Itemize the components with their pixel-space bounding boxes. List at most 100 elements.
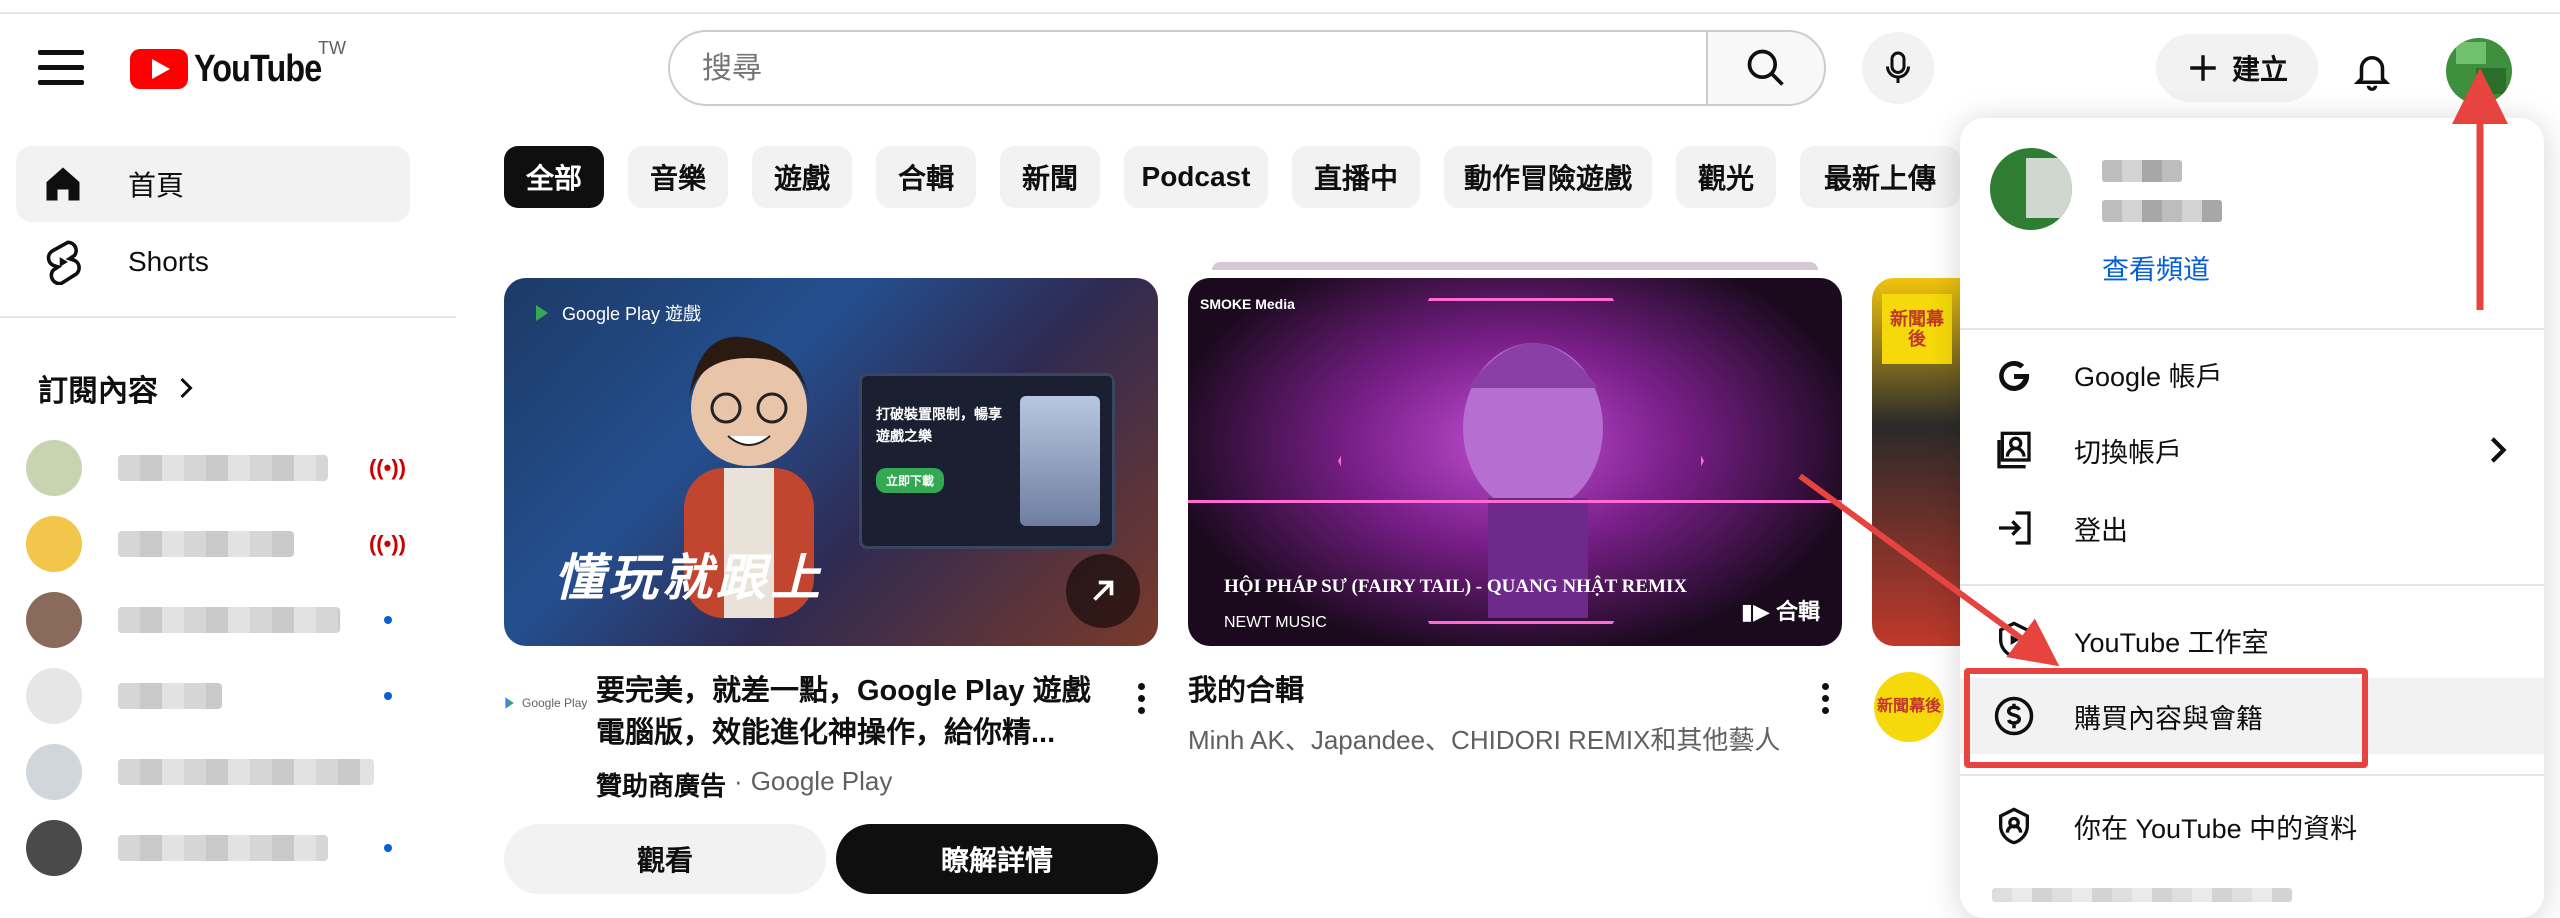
external-link-button[interactable] (1066, 554, 1140, 628)
menu-item-youtube-studio[interactable]: YouTube 工作室 (1960, 602, 2544, 678)
menu-item-switch-account[interactable]: 切換帳戶 (1960, 412, 2544, 488)
cut-off-menu-item (1992, 888, 2292, 902)
chip-news[interactable]: 新聞 (1000, 146, 1100, 208)
notifications-button[interactable] (2344, 42, 2400, 98)
create-button[interactable]: 建立 (2156, 34, 2318, 102)
account-avatar-button[interactable] (2446, 38, 2512, 104)
chip-all[interactable]: 全部 (504, 146, 604, 208)
channel-avatar (26, 820, 82, 876)
sidebar-divider (0, 316, 456, 318)
meta-separator: · (734, 766, 743, 796)
thumbnail-song-title: HỘI PHÁP SƯ (FAIRY TAIL) - QUANG NHẬT RE… (1224, 576, 1688, 597)
channel-avatar (26, 744, 82, 800)
google-play-icon (536, 305, 548, 321)
sidebar-item-home[interactable]: 首頁 (16, 146, 410, 222)
microphone-icon (1886, 51, 1910, 83)
video-title[interactable]: 我的合輯 (1188, 670, 1304, 712)
channel-logo-text: Google Play (522, 696, 588, 710)
promo-character-art (1020, 396, 1100, 526)
chevron-right-icon (180, 377, 193, 399)
chip-travel[interactable]: 觀光 (1676, 146, 1776, 208)
more-options-icon[interactable] (1820, 678, 1830, 719)
channel-name-blurred (118, 835, 328, 861)
chip-podcast[interactable]: Podcast (1124, 146, 1268, 208)
google-play-channel-logo[interactable]: Google Play (504, 696, 587, 710)
chip-recently-uploaded[interactable]: 最新上傳 (1800, 146, 1960, 208)
search-box (668, 30, 1708, 106)
search-button[interactable] (1706, 30, 1826, 106)
statue-illustration (1463, 343, 1603, 618)
youtube-logo[interactable]: YouTube (130, 44, 344, 94)
channel-name-blurred (118, 683, 222, 709)
menu-item-label: YouTube 工作室 (2074, 627, 2269, 658)
live-icon: ((•)) (368, 455, 406, 480)
view-channel-link[interactable]: 查看頻道 (2102, 248, 2210, 287)
new-content-dot (384, 844, 392, 852)
search-input[interactable] (700, 32, 1604, 106)
menu-icon[interactable] (38, 50, 84, 90)
logo-text: YouTube (194, 47, 322, 90)
video-title-line2: 電腦版，效能進化神操作，給你精... (596, 717, 1056, 749)
chip-action-adventure[interactable]: 動作冒險遊戲 (1444, 146, 1652, 208)
subscription-item[interactable] (26, 742, 406, 802)
promo-text-line1: 打破裝置限制，暢享 (876, 406, 1002, 422)
switch-account-icon (1992, 428, 2036, 472)
google-play-icon (505, 697, 514, 709)
google-icon (1992, 352, 2036, 396)
subscription-item[interactable] (26, 818, 406, 878)
watch-button[interactable]: 觀看 (504, 824, 826, 894)
video-thumbnail[interactable]: Google Play 遊戲 打破裝置限制，暢享 遊戲之樂 立即下載 懂玩就跟上 (504, 278, 1158, 646)
mix-tag-text: 合輯 (1775, 599, 1820, 624)
new-content-dot (384, 692, 392, 700)
youtube-play-icon (130, 49, 188, 89)
bell-icon (2353, 56, 2391, 91)
account-menu: 查看頻道 Google 帳戶 切換帳戶 登出 YouTube 工作室 購買內容與… (1960, 118, 2544, 918)
menu-divider (1960, 584, 2544, 586)
channel-name-blurred (118, 455, 328, 481)
subscription-item[interactable] (26, 590, 406, 650)
subscription-item[interactable]: ((•)) (26, 438, 406, 498)
chip-mixes[interactable]: 合輯 (876, 146, 976, 208)
channel-avatar[interactable]: 新聞幕後 (1874, 672, 1944, 742)
subscription-item[interactable]: ((•)) (26, 514, 406, 574)
shorts-icon (38, 237, 88, 287)
subscription-item[interactable] (26, 666, 406, 726)
chip-music[interactable]: 音樂 (628, 146, 728, 208)
ad-meta: 贊助商廣告 · Google Play (596, 766, 892, 803)
annotation-highlight-box (1964, 668, 2368, 768)
create-label: 建立 (2231, 54, 2288, 85)
country-code: TW (318, 38, 346, 58)
plus-icon (2190, 55, 2216, 81)
subscriptions-title: 訂閱內容 (38, 375, 158, 408)
account-name-blurred (2102, 160, 2182, 182)
menu-item-your-data[interactable]: 你在 YouTube 中的資料 (1960, 788, 2544, 864)
thumbnail-brand: SMOKE Media (1200, 296, 1295, 312)
more-options-icon[interactable] (1136, 678, 1146, 719)
chip-gaming[interactable]: 遊戲 (752, 146, 852, 208)
menu-item-google-account[interactable]: Google 帳戶 (1960, 336, 2544, 412)
menu-item-label: 你在 YouTube 中的資料 (2074, 813, 2358, 844)
channel-name-blurred (118, 531, 294, 557)
mix-tag: ▮▶ 合輯 (1741, 594, 1820, 626)
video-title[interactable]: 要完美，就差一點，Google Play 遊戲 電腦版，效能進化神操作，給你精.… (596, 670, 1116, 754)
mix-thumbnail[interactable]: SMOKE Media HỘI PHÁP SƯ (FAIRY TAIL) - Q… (1188, 278, 1842, 646)
channel-avatar (26, 516, 82, 572)
sidebar-item-label: 首頁 (128, 170, 185, 201)
menu-divider (1960, 774, 2544, 776)
chip-live[interactable]: 直播中 (1292, 146, 1420, 208)
voice-search-button[interactable] (1862, 32, 1934, 104)
menu-item-label: Google 帳戶 (2074, 361, 2223, 392)
channel-avatar (26, 668, 82, 724)
menu-item-sign-out[interactable]: 登出 (1960, 490, 2544, 566)
subscriptions-header[interactable]: 訂閱內容 (38, 366, 196, 410)
menu-divider (1960, 328, 2544, 330)
video-meta: Minh AK、Japandee、CHIDORI REMIX和其他藝人 (1188, 725, 1781, 755)
advertiser-name[interactable]: Google Play (751, 766, 893, 803)
thumbnail-label: NEWT MUSIC (1224, 614, 1327, 631)
channel-avatar (26, 440, 82, 496)
mix-playlist-icon: ▮▶ (1740, 599, 1776, 624)
sidebar-item-shorts[interactable]: Shorts (16, 224, 410, 300)
learn-more-button[interactable]: 瞭解詳情 (836, 824, 1158, 894)
search-icon (1747, 49, 1784, 86)
channel-avatar (26, 592, 82, 648)
